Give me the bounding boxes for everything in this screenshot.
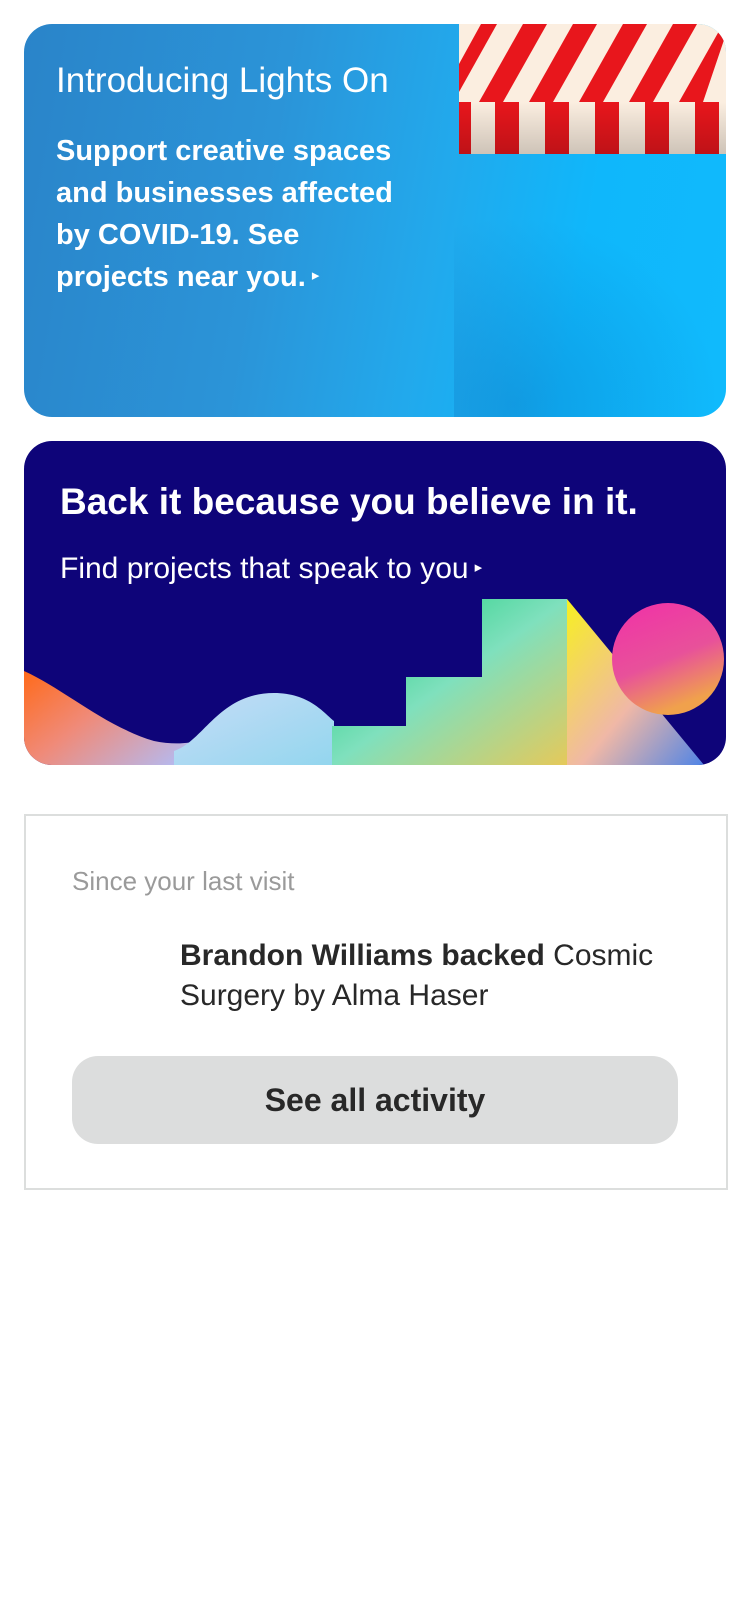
avatar	[72, 940, 156, 1024]
find-projects-link[interactable]: Find projects that speak to you ▸	[60, 549, 482, 590]
awning-illustration	[459, 24, 726, 154]
card-shading	[454, 184, 726, 417]
since-last-visit-label: Since your last visit	[72, 866, 295, 896]
lights-on-title: Introducing Lights On	[56, 61, 389, 100]
back-it-card[interactable]: Back it because you believe in it. Find …	[24, 441, 726, 765]
find-projects-label: Find projects that speak to you	[60, 552, 469, 585]
activity-actor: Brandon Williams backed	[180, 939, 545, 972]
activity-item[interactable]: Brandon Williams backed Cosmic Surgery b…	[180, 936, 680, 1016]
lights-on-description: Support creative spaces and businesses a…	[56, 130, 396, 299]
lights-on-content: Introducing Lights On Support creative s…	[56, 56, 396, 299]
back-it-headline: Back it because you believe in it.	[60, 481, 638, 522]
see-all-activity-button[interactable]: See all activity	[72, 1056, 678, 1144]
arrow-right-icon: ▸	[474, 559, 483, 577]
lights-on-body-text: Support creative spaces and businesses a…	[56, 135, 393, 293]
activity-panel: Since your last visit Brandon Williams b…	[24, 814, 728, 1190]
arrow-right-icon: ▸	[311, 267, 320, 285]
lights-on-card[interactable]: Introducing Lights On Support creative s…	[24, 24, 726, 417]
